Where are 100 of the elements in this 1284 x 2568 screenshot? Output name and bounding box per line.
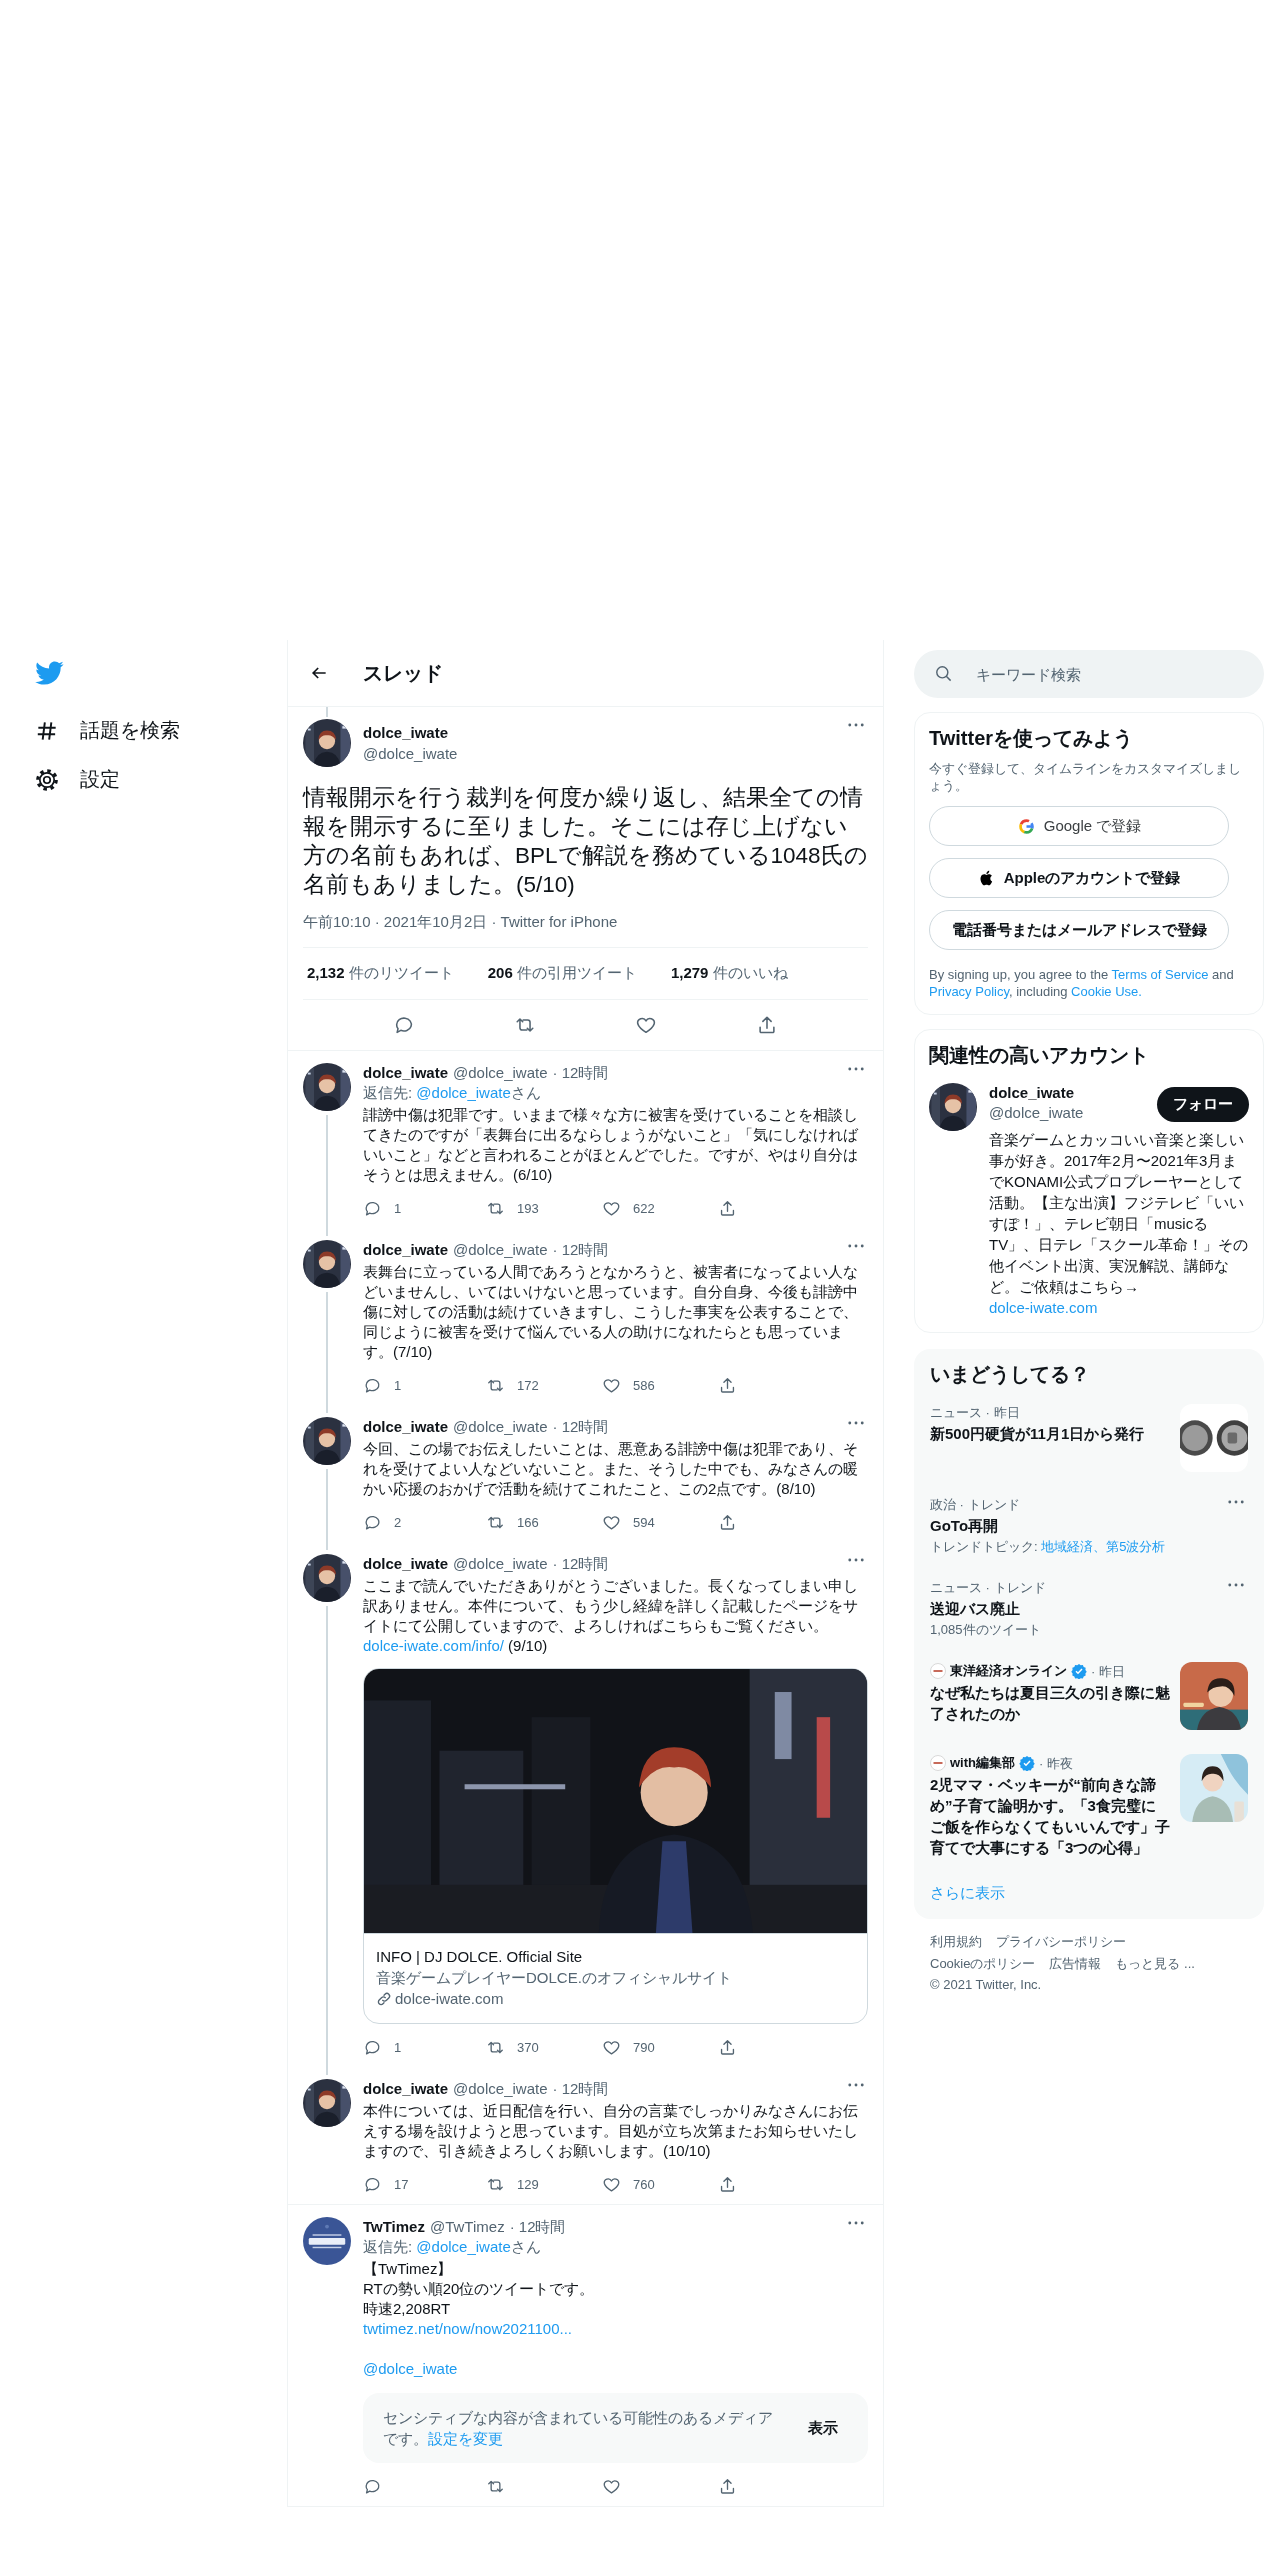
reply-button[interactable]: 1 <box>363 1372 402 1399</box>
trend-category: ニュース · トレンド <box>930 1579 1047 1596</box>
author-name[interactable]: dolce_iwate <box>363 1063 449 1083</box>
tweet-text: ここまで読んでいただきありがとうございました。長くなってしまい申し訳ありません。本件について、もう少し経緯を詳しく記載したページをサイトにて公開していますので、よろしければこちらもご覧ください。 dolce-iwate.com/info/ (9/10) <box>363 1576 859 1656</box>
reply-button[interactable]: 1 <box>363 1195 402 1222</box>
trend-item[interactable]: 政治 · トレンド GoTo再開 トレンドトピック: 地域経済、第5波分析 <box>914 1484 1264 1567</box>
news-source: 東洋経済オンライン <box>950 1662 1067 1680</box>
signup-title: Twitterを使ってみよう <box>929 726 1135 751</box>
more-icon <box>848 1244 864 1248</box>
trend-title: 送迎バス廃止 <box>930 1599 1021 1619</box>
news-source: with編集部 <box>950 1754 1015 1772</box>
author-name[interactable]: dolce_iwate <box>363 2079 449 2099</box>
author-handle[interactable]: @dolce_iwate <box>453 2079 548 2099</box>
more-icon <box>848 1558 864 1562</box>
author-handle[interactable]: @dolce_iwate <box>453 1063 548 1083</box>
footer-link[interactable]: 広告情報 <box>1049 1955 1102 1973</box>
tweet-time[interactable]: · 12時間 <box>509 2217 566 2237</box>
share-icon <box>718 2175 737 2194</box>
retweet-button[interactable]: 129 <box>486 2171 539 2198</box>
author-handle[interactable]: @dolce_iwate <box>453 1240 548 1260</box>
heart-button[interactable]: 760 <box>602 2171 655 2198</box>
link-card[interactable]: INFO | DJ DOLCE. Official Site 音楽ゲームプレイヤーDOLCE.のオフィシャルサイト dolce-iwate.com <box>363 1668 868 2024</box>
more-icon <box>848 723 864 727</box>
heart-button[interactable]: 790 <box>602 2034 655 2061</box>
trend-item[interactable]: ニュース · 昨日 新500円硬貨が11月1日から発行 <box>914 1392 1264 1484</box>
sensitive-warning-text: センシティブな内容が含まれている可能性のあるメディアです。設定を変更 <box>383 2408 774 2449</box>
reply-icon <box>363 1376 382 1395</box>
heart-icon <box>602 2038 621 2057</box>
author-handle[interactable]: @dolce_iwate <box>363 743 832 764</box>
retweet-button[interactable]: 370 <box>486 2034 539 2061</box>
author-name[interactable]: dolce_iwate <box>363 1417 449 1437</box>
nav-link[interactable]: 設定 <box>34 755 120 804</box>
share-icon <box>718 1513 737 1532</box>
settings-icon <box>34 766 60 793</box>
retweet-button[interactable]: 166 <box>486 1509 539 1536</box>
trend-item[interactable]: with編集部 · 昨夜 2児ママ・ベッキーが“前向きな諦め”子育て論明かす。「3食完璧にご飯を作らなくてもいいんです」子育てで大事にする「3つの心得」 <box>914 1742 1264 1872</box>
tweet-time[interactable]: · 12時間 <box>552 1554 609 1574</box>
reply-button[interactable]: 2 <box>363 1509 402 1536</box>
show-button[interactable]: 表示 <box>798 2412 848 2444</box>
trend-item[interactable]: 東洋経済オンライン · 昨日 なぜ私たちは夏目三久の引き際に魅了されたのか <box>914 1650 1264 1742</box>
author-handle[interactable]: @TwTimez <box>429 2217 505 2237</box>
trend-subtext: トレンドトピック: 地域経済、第5波分析 <box>930 1538 1167 1555</box>
tweet-timestamp[interactable]: 午前10:10 · 2021年10月2日 · Twitter for iPhone <box>303 913 868 948</box>
heart-button[interactable]: 586 <box>602 1372 655 1399</box>
section-title: いまどうしてる？ <box>929 1362 1091 1387</box>
reply-button[interactable]: 1 <box>363 2034 402 2061</box>
trend-title: GoTo再開 <box>930 1516 1000 1536</box>
tweet-text: 情報開示を行う裁判を何度か繰り返し、結果全ての情報を開示するに至りました。そこには存じ上げない方の名前もあれば、BPLで解説を務めている1048氏の名前もありました。(5/10) <box>303 784 868 899</box>
news-time: · 昨日 <box>1091 1662 1125 1680</box>
tweet-text: 【TwTimez】 <box>363 2259 454 2279</box>
heart-button[interactable]: 622 <box>602 1195 655 1222</box>
signup-button[interactable]: Google で登録 <box>929 806 1229 846</box>
author-name[interactable]: dolce_iwate <box>363 1554 449 1574</box>
tweet-time[interactable]: · 12時間 <box>552 1240 609 1260</box>
retweet-button[interactable]: 193 <box>486 1195 539 1222</box>
author-handle[interactable]: @dolce_iwate <box>453 1417 548 1437</box>
footer-link[interactable]: Cookieのポリシー <box>930 1955 1036 1973</box>
footer-link[interactable]: もっと見る ... <box>1115 1955 1195 1973</box>
more-icon <box>848 2221 864 2225</box>
reply-icon <box>363 2477 382 2496</box>
stat-link[interactable]: 2,132 件のリツイート <box>307 964 454 983</box>
tweet-time[interactable]: · 12時間 <box>552 1063 609 1083</box>
more-icon <box>1228 1500 1244 1504</box>
account-handle[interactable]: @dolce_iwate <box>989 1103 1084 1123</box>
tweet-text: 誹謗中傷は犯罪です。いままで様々な方に被害を受けていることを相談してきたのですが「表舞台に出るならしょうがないこと」「気にしなければいいこと」などと言われることがほとんどでした。ですが、やはり自分はそうとは思えません。(6/10) <box>363 1105 859 1185</box>
stat-link[interactable]: 206 件の引用ツイート <box>487 964 637 983</box>
signup-button[interactable]: Appleのアカウントで登録 <box>929 858 1229 898</box>
share-icon <box>718 2477 737 2496</box>
author-name[interactable]: dolce_iwate <box>363 1240 449 1260</box>
footer-link[interactable]: 利用規約 <box>930 1933 982 1951</box>
tweet-text: 本件については、近日配信を行い、自分の言葉でしっかりみなさんにお伝えする場を設けようと思っています。目処が立ち次第またお知らせいたしますので、引き続きよろしくお願いします。(10/10) <box>363 2101 859 2161</box>
tweet-time[interactable]: · 12時間 <box>552 2079 609 2099</box>
heart-icon <box>602 1513 621 1532</box>
author-name[interactable]: dolce_iwate <box>363 722 832 743</box>
tweet-time[interactable]: · 12時間 <box>552 1417 609 1437</box>
search-icon <box>934 664 953 683</box>
tweet-text: RTの勢い順20位のツイートです。 <box>363 2279 596 2299</box>
trend-category: 政治 · トレンド <box>930 1496 1021 1513</box>
more-icon <box>1228 1583 1244 1587</box>
more-icon <box>848 1421 864 1425</box>
more-icon <box>848 2083 864 2087</box>
account-bio: 音楽ゲームとカッコいい音楽と楽しい事が好き。2017年2月〜2021年3月までKONAMI公式プロプレーヤーとして活動。【主な出演】フジテレビ「いいすぽ！」、テレビ朝日「musicる TV」、日テレ「スクール革命！」その他イベント出演、実況解説、講師など。ご依頼はこちら→ dolce-iwate.com <box>989 1130 1249 1318</box>
nav-link[interactable]: 話題を検索 <box>34 706 180 755</box>
search-field[interactable]: キーワード検索 <box>914 650 1264 698</box>
reply-button[interactable]: 17 <box>363 2171 409 2198</box>
retweet-button[interactable]: 172 <box>486 1372 539 1399</box>
signup-button[interactable]: 電話番号またはメールアドレスで登録 <box>929 910 1229 950</box>
account-name[interactable]: dolce_iwate <box>989 1083 1084 1103</box>
heart-button[interactable]: 594 <box>602 1509 655 1536</box>
trend-item[interactable]: ニュース · トレンド 送迎バス廃止 1,085件のツイート <box>914 1567 1264 1650</box>
follow-button[interactable]: フォロー <box>1157 1087 1249 1122</box>
reply-icon <box>363 2038 382 2057</box>
share-icon <box>718 1199 737 1218</box>
author-handle[interactable]: @dolce_iwate <box>453 1554 548 1574</box>
footer-link[interactable]: プライバシーポリシー <box>996 1933 1126 1951</box>
author-name[interactable]: TwTimez <box>363 2217 425 2237</box>
copyright-text: © 2021 Twitter, Inc. <box>930 1977 1043 1992</box>
stat-link[interactable]: 1,279 件のいいね <box>670 964 788 983</box>
page-title: スレッド <box>363 660 443 686</box>
news-time: · 昨夜 <box>1039 1754 1073 1772</box>
